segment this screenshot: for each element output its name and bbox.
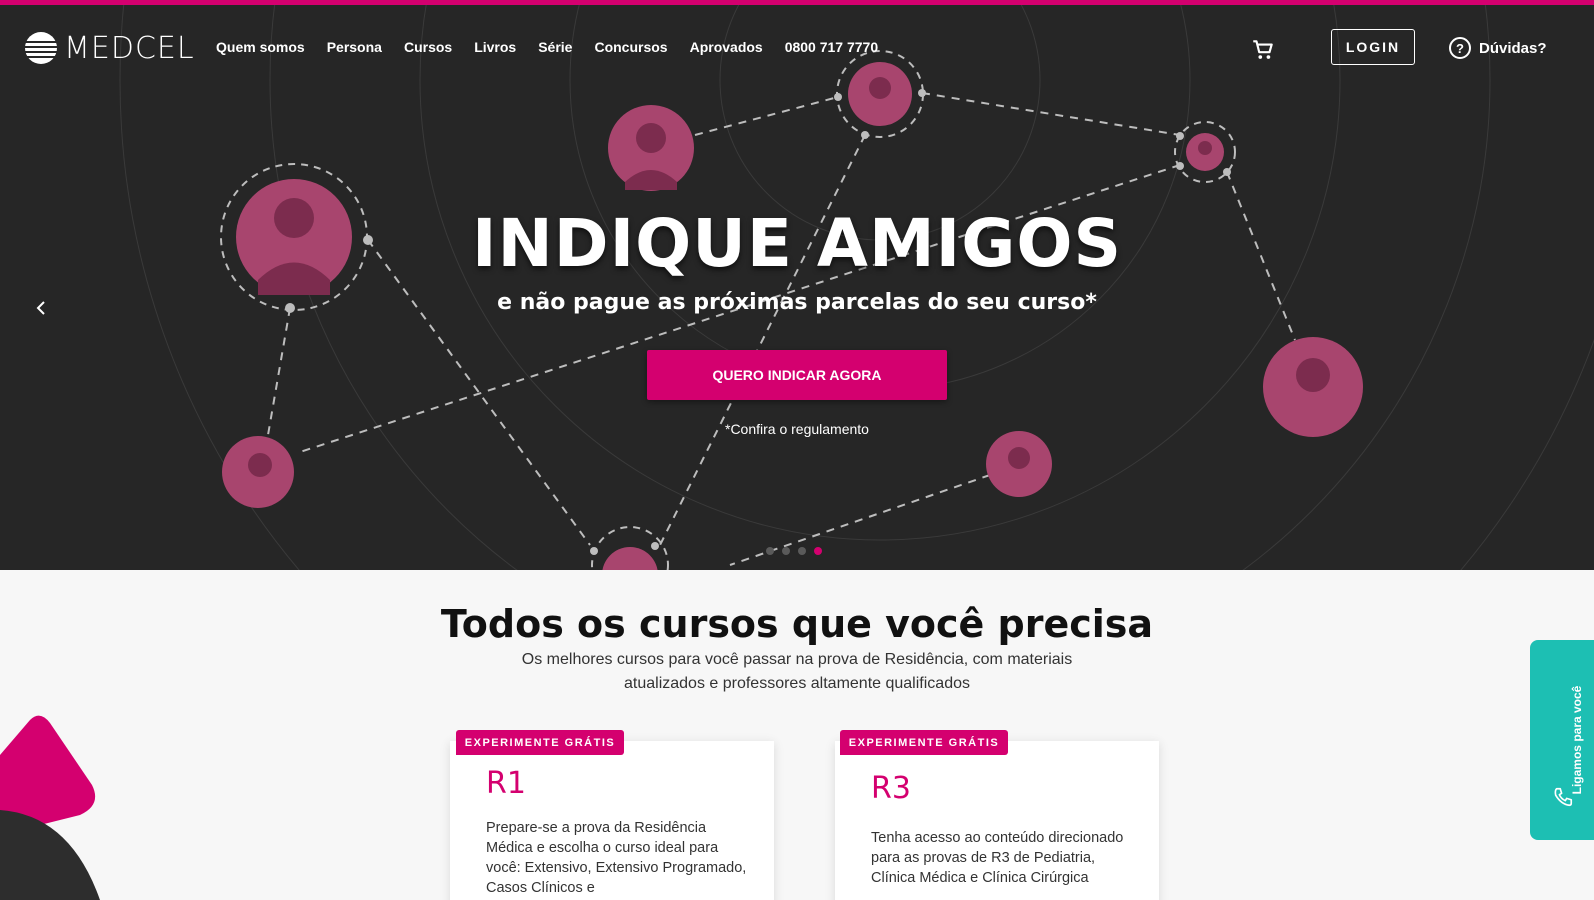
course-description: Tenha acesso ao conteúdo direcionado par… bbox=[871, 830, 1124, 886]
courses-title: Todos os cursos que você precisa bbox=[440, 602, 1154, 646]
nav-persona[interactable]: Persona bbox=[327, 39, 382, 55]
course-description: Prepare-se a prova da Residência Médica … bbox=[486, 820, 747, 896]
free-trial-badge: EXPERIMENTE GRÁTIS bbox=[840, 730, 1008, 755]
courses-description: Os melhores cursos para você passar na p… bbox=[521, 651, 1073, 692]
free-trial-badge: EXPERIMENTE GRÁTIS bbox=[456, 730, 624, 755]
nav-aprovados[interactable]: Aprovados bbox=[690, 39, 763, 55]
medcel-logo-icon bbox=[25, 32, 57, 64]
nav-cursos[interactable]: Cursos bbox=[404, 39, 452, 55]
hero-title: INDIQUE AMIGOS bbox=[471, 205, 1123, 282]
callback-label: Ligamos para você bbox=[1570, 685, 1584, 795]
cart-icon[interactable] bbox=[1250, 37, 1276, 63]
rules-link[interactable]: *Confira o regulamento bbox=[0, 421, 1594, 437]
nav-concursos[interactable]: Concursos bbox=[594, 39, 667, 55]
main-menu: Quem somos Persona Cursos Livros Série C… bbox=[216, 39, 900, 55]
hero-banner: MEDCEL Quem somos Persona Cursos Livros … bbox=[0, 0, 1594, 570]
callback-widget[interactable]: Ligamos para você bbox=[1530, 640, 1594, 840]
phone-icon bbox=[1554, 787, 1573, 807]
decorative-shapes bbox=[0, 715, 100, 900]
course-title: R1 bbox=[486, 766, 526, 801]
nav-quem-somos[interactable]: Quem somos bbox=[216, 39, 305, 55]
help-icon: ? bbox=[1449, 37, 1471, 59]
carousel-dot[interactable] bbox=[782, 547, 790, 555]
nav-livros[interactable]: Livros bbox=[474, 39, 516, 55]
course-card-r1[interactable]: R1 Prepare-se a prova da Residência Médi… bbox=[450, 741, 774, 900]
hero-subtitle: e não pague as próximas parcelas do seu … bbox=[497, 290, 1097, 315]
nav-phone[interactable]: 0800 717 7770 bbox=[785, 39, 878, 55]
top-navigation: MEDCEL Quem somos Persona Cursos Livros … bbox=[0, 5, 1594, 89]
indicate-now-button[interactable]: QUERO INDICAR AGORA bbox=[647, 350, 947, 400]
brand-logo[interactable]: MEDCEL bbox=[24, 30, 195, 66]
course-title: R3 bbox=[871, 771, 911, 806]
nav-serie[interactable]: Série bbox=[538, 39, 572, 55]
brand-name: MEDCEL bbox=[64, 30, 195, 66]
carousel-dots bbox=[766, 547, 822, 555]
help-label: Dúvidas? bbox=[1479, 39, 1547, 57]
course-card-r3[interactable]: R3 Tenha acesso ao conteúdo direcionado … bbox=[835, 741, 1159, 900]
login-button[interactable]: LOGIN bbox=[1331, 29, 1415, 65]
carousel-dot-active[interactable] bbox=[814, 547, 822, 555]
carousel-dot[interactable] bbox=[798, 547, 806, 555]
carousel-dot[interactable] bbox=[766, 547, 774, 555]
help-link[interactable]: ? Dúvidas? bbox=[1449, 37, 1547, 59]
